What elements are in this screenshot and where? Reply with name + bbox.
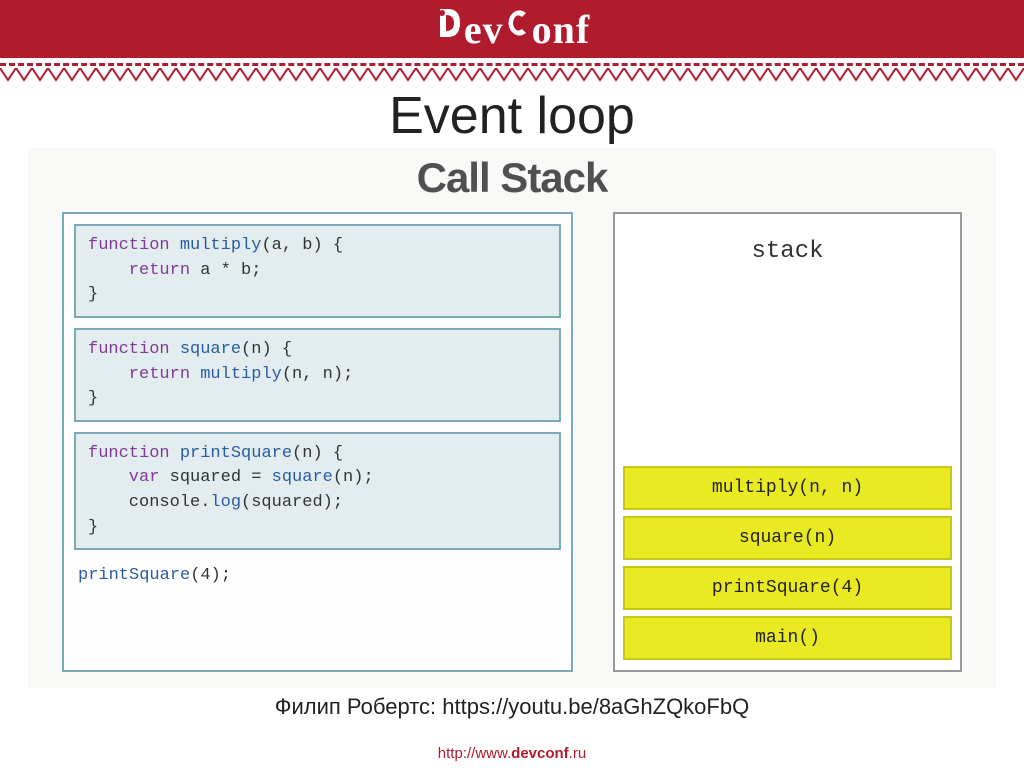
stack-item: multiply(n, n)	[623, 466, 952, 510]
footer-url: http://www.devconf.ru	[0, 745, 1024, 762]
footer-bold: devconf	[511, 745, 569, 762]
stack-item: main()	[623, 616, 952, 660]
devconf-logo: ev onf	[434, 6, 590, 53]
code-column: function multiply(a, b) { return a * b; …	[62, 212, 573, 672]
code-call: printSquare(4);	[74, 560, 561, 587]
logo-c-glyph	[504, 4, 532, 51]
zigzag-divider	[0, 68, 1024, 82]
logo-text-onf: onf	[532, 6, 591, 53]
diagram-columns: function multiply(a, b) { return a * b; …	[28, 202, 996, 672]
code-block-printsquare: function printSquare(n) { var squared = …	[74, 432, 561, 551]
footer-post: .ru	[569, 745, 587, 762]
credit-line: Филип Робертс: https://youtu.be/8aGhZQko…	[0, 694, 1024, 720]
stack-column: stack multiply(n, n) square(n) printSqua…	[613, 212, 962, 672]
logo-text-ev: ev	[464, 6, 504, 53]
stack-items: multiply(n, n) square(n) printSquare(4) …	[615, 466, 960, 670]
stack-item: square(n)	[623, 516, 952, 560]
stack-item: printSquare(4)	[623, 566, 952, 610]
dashed-divider	[0, 58, 1024, 66]
stack-spacer	[615, 265, 960, 466]
conference-header: ev onf	[0, 0, 1024, 58]
diagram-area: Call Stack function multiply(a, b) { ret…	[28, 148, 996, 688]
slide-title: Event loop	[0, 86, 1024, 146]
footer-pre: http://www.	[438, 745, 511, 762]
code-block-multiply: function multiply(a, b) { return a * b; …	[74, 224, 561, 318]
diagram-title: Call Stack	[28, 148, 996, 202]
code-block-square: function square(n) { return multiply(n, …	[74, 328, 561, 422]
stack-label: stack	[615, 214, 960, 265]
logo-d-glyph	[434, 4, 464, 51]
